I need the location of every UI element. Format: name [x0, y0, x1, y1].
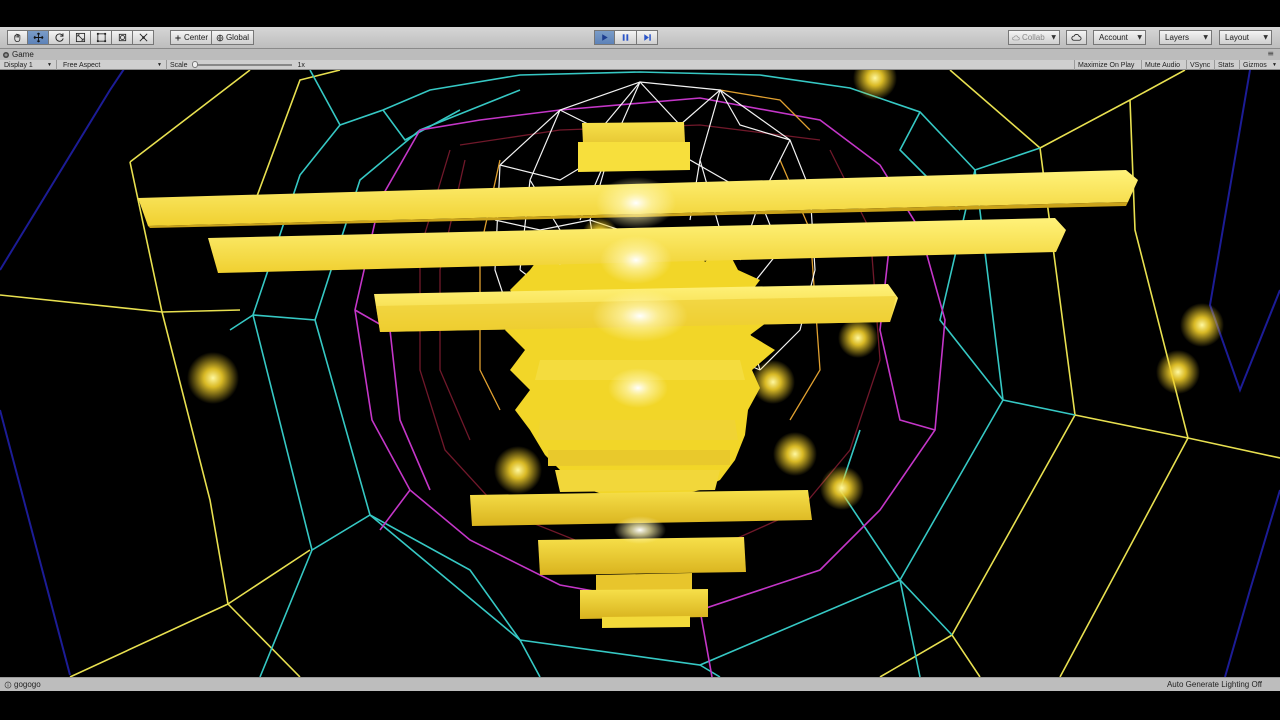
- chevron-down-icon: ▼: [47, 62, 52, 68]
- top-block: [578, 122, 690, 172]
- playback-controls: [594, 30, 658, 45]
- hand-tool-button[interactable]: [7, 30, 28, 45]
- custom-tool-button[interactable]: [133, 30, 154, 45]
- pivot-toggles: Center Global: [170, 30, 254, 45]
- bottom-block: [580, 573, 708, 628]
- account-label: Account: [1099, 33, 1128, 42]
- vsync-toggle[interactable]: VSync: [1186, 60, 1213, 70]
- layout-group: Layout ▼: [1219, 30, 1272, 45]
- rotate-icon: [54, 33, 64, 42]
- scale-value: 1x: [297, 61, 305, 69]
- layout-label: Layout: [1225, 33, 1250, 42]
- chevron-down-icon: ▼: [1263, 34, 1268, 41]
- orb: [494, 446, 542, 494]
- account-group: Account ▼: [1093, 30, 1146, 45]
- display-label: Display 1: [4, 61, 33, 69]
- game-controller-icon: [3, 51, 9, 58]
- gizmos-label: Gizmos: [1243, 61, 1267, 69]
- console-message[interactable]: gogogo: [4, 680, 41, 689]
- cloud-check-icon: [1012, 34, 1020, 40]
- account-dropdown[interactable]: Account ▼: [1093, 30, 1146, 45]
- transform-icon: [118, 33, 126, 42]
- pivot-center-button[interactable]: Center: [170, 30, 212, 45]
- letterbox-top: [0, 0, 1280, 27]
- scale-tool-button[interactable]: [70, 30, 91, 45]
- globe-icon: [216, 34, 224, 41]
- mute-audio-toggle[interactable]: Mute Audio: [1141, 60, 1183, 70]
- tab-bar: Game ≡: [0, 49, 1280, 60]
- aspect-label: Free Aspect: [63, 61, 101, 69]
- pivot-icon: [175, 34, 181, 41]
- hand-icon: [14, 33, 21, 42]
- rect-tool-icon: [96, 32, 106, 43]
- game-viewport[interactable]: [0, 70, 1280, 677]
- cloud-services-button[interactable]: [1066, 30, 1087, 45]
- maximize-on-play-toggle[interactable]: Maximize On Play: [1074, 60, 1137, 70]
- layers-group: Layers ▼: [1159, 30, 1212, 45]
- gizmos-dropdown[interactable]: Gizmos ▼: [1239, 60, 1280, 70]
- scale-slider[interactable]: [191, 61, 292, 68]
- tab-menu-icon[interactable]: ≡: [1267, 49, 1274, 58]
- pause-icon: [622, 34, 629, 41]
- cloud-icon: [1071, 34, 1082, 41]
- pivot-label: Center: [183, 33, 208, 42]
- step-icon: [643, 34, 651, 41]
- collab-label: Collab: [1022, 33, 1045, 42]
- transform-tool-button[interactable]: [112, 30, 133, 45]
- cloud-group: [1066, 30, 1087, 45]
- pause-button[interactable]: [615, 30, 637, 45]
- chevron-down-icon: ▼: [1203, 34, 1208, 41]
- status-bar: gogogo Auto Generate Lighting Off: [0, 677, 1280, 691]
- transform-tools: [7, 30, 154, 45]
- info-icon: [4, 681, 12, 688]
- tab-game[interactable]: Game: [2, 49, 34, 60]
- stats-toggle[interactable]: Stats: [1214, 60, 1237, 70]
- chevron-down-icon: ▼: [157, 62, 162, 68]
- scale-label: Scale: [170, 61, 188, 69]
- chevron-down-icon: ▼: [1051, 34, 1056, 41]
- orb: [838, 318, 878, 358]
- move-tool-button[interactable]: [28, 30, 49, 45]
- display-select[interactable]: Display 1 ▼: [0, 60, 57, 70]
- orb: [1180, 303, 1224, 347]
- orb: [773, 432, 817, 476]
- scale-slider-thumb[interactable]: [191, 61, 198, 68]
- layers-label: Layers: [1165, 33, 1190, 42]
- step-button[interactable]: [637, 30, 658, 45]
- tab-game-label: Game: [12, 50, 34, 59]
- collab-group: Collab ▼: [1008, 30, 1060, 45]
- rect-tool-button[interactable]: [91, 30, 112, 45]
- orb: [853, 70, 897, 100]
- orb: [751, 360, 795, 404]
- lighting-status: Auto Generate Lighting Off: [1166, 680, 1262, 689]
- chevron-down-icon: ▼: [1272, 62, 1277, 68]
- game-scene: [0, 70, 1280, 677]
- orb: [187, 352, 239, 404]
- layers-dropdown[interactable]: Layers ▼: [1159, 30, 1212, 45]
- stats-label: Stats: [1218, 61, 1234, 69]
- rotate-tool-button[interactable]: [49, 30, 70, 45]
- chevron-down-icon: ▼: [1137, 34, 1142, 41]
- scale-control: Scale 1x: [170, 60, 305, 70]
- scale-icon: [75, 32, 85, 43]
- maximize-label: Maximize On Play: [1078, 61, 1135, 69]
- aspect-select[interactable]: Free Aspect ▼: [59, 60, 167, 70]
- move-arrows-icon: [33, 32, 43, 43]
- layout-dropdown[interactable]: Layout ▼: [1219, 30, 1272, 45]
- collab-dropdown[interactable]: Collab ▼: [1008, 30, 1060, 45]
- game-view-toolbar: Display 1 ▼ Free Aspect ▼ Scale 1x Maxim…: [0, 60, 1280, 70]
- vsync-label: VSync: [1190, 61, 1211, 69]
- main-toolbar: Center Global Collab ▼ Account ▼ Layers …: [0, 27, 1280, 49]
- play-icon: [602, 34, 608, 41]
- space-label: Global: [225, 33, 250, 42]
- tools-cross-icon: [139, 33, 147, 42]
- play-button[interactable]: [594, 30, 615, 45]
- letterbox-bottom: [0, 691, 1280, 720]
- orb: [820, 466, 864, 510]
- mute-label: Mute Audio: [1145, 61, 1181, 69]
- status-message: gogogo: [14, 680, 41, 689]
- global-space-button[interactable]: Global: [212, 30, 254, 45]
- orb: [1156, 350, 1200, 394]
